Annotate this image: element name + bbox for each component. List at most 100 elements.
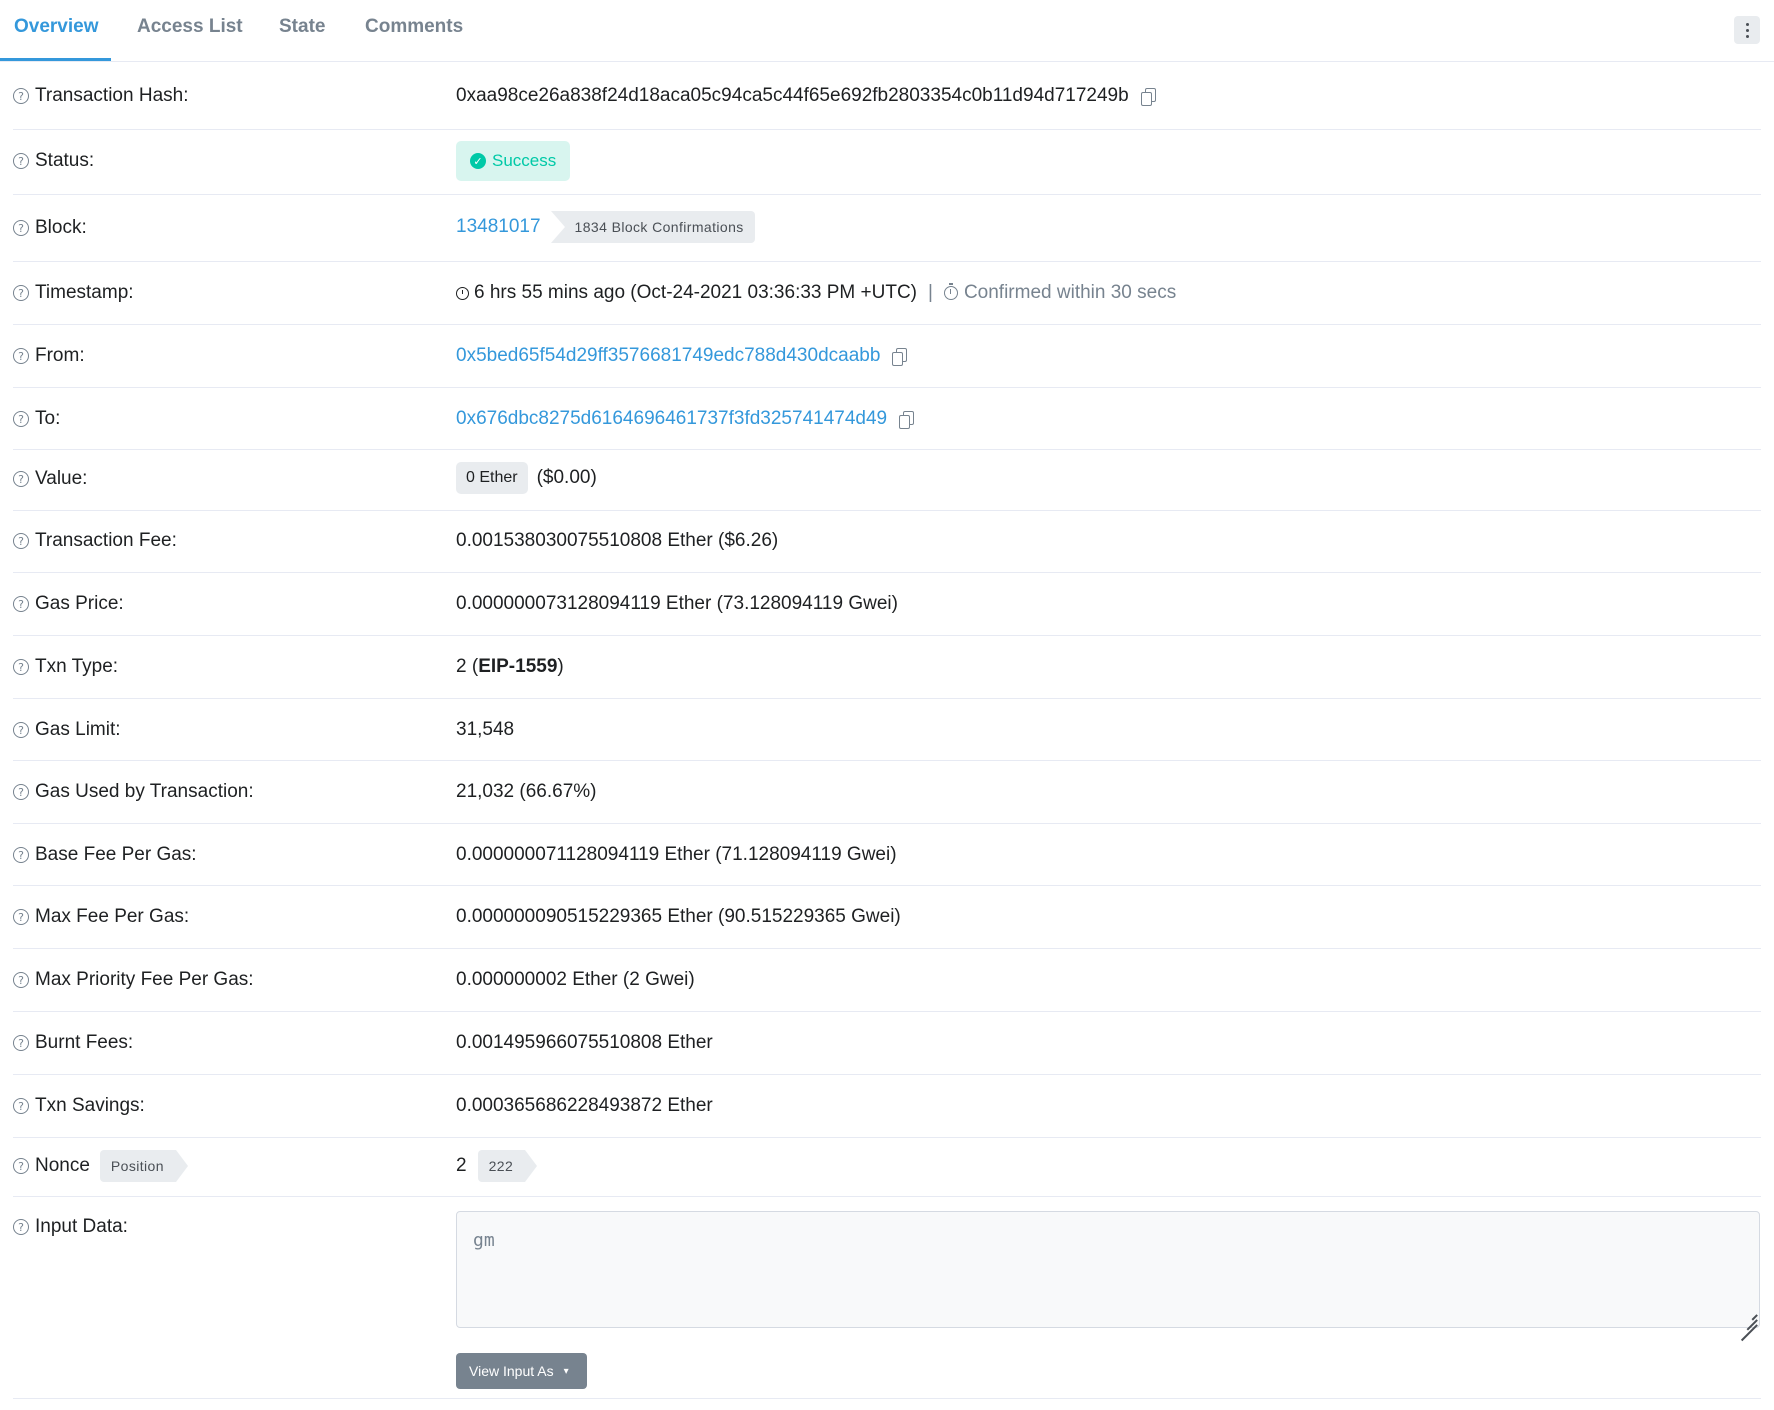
row-label: Gas Limit:: [35, 719, 121, 740]
tab-access-list[interactable]: Access List: [137, 16, 243, 38]
row-burnt-fees: ? Burnt Fees: 0.001495966075510808 Ether: [13, 1012, 1761, 1075]
max-fee-value: 0.000000090515229365 Ether (90.515229365…: [456, 906, 901, 927]
help-icon[interactable]: ?: [13, 348, 29, 364]
help-icon[interactable]: ?: [13, 153, 29, 169]
row-label: Value:: [35, 468, 88, 489]
row-nonce: ? Nonce Position 2 222: [13, 1138, 1761, 1197]
help-icon[interactable]: ?: [13, 1158, 29, 1174]
tab-comments[interactable]: Comments: [365, 16, 463, 38]
nonce-value: 2: [456, 1155, 467, 1176]
row-label: Transaction Fee:: [35, 530, 177, 551]
transaction-fee-value: 0.001538030075510808 Ether ($6.26): [456, 530, 779, 551]
burnt-fees-value: 0.001495966075510808 Ether: [456, 1032, 713, 1053]
help-icon[interactable]: ?: [13, 220, 29, 236]
row-label: Nonce: [35, 1155, 90, 1176]
row-gas-price: ? Gas Price: 0.000000073128094119 Ether …: [13, 573, 1761, 636]
input-data-value: gm: [473, 1230, 495, 1251]
status-badge: ✓ Success: [456, 141, 571, 181]
position-tag: Position: [99, 1150, 188, 1182]
ether-value-badge: 0 Ether: [456, 462, 528, 494]
row-max-priority-fee: ? Max Priority Fee Per Gas: 0.000000002 …: [13, 949, 1761, 1012]
from-address-link[interactable]: 0x5bed65f54d29ff3576681749edc788d430dcaa…: [456, 345, 880, 367]
row-to: ? To: 0x676dbc8275d6164696461737f3fd3257…: [13, 388, 1761, 450]
txn-type-prefix: 2 (: [456, 656, 479, 677]
row-label: Txn Type:: [35, 656, 119, 677]
row-input-data: ? Input Data: gm View Input As ▾: [13, 1197, 1761, 1399]
help-icon[interactable]: ?: [13, 1035, 29, 1051]
help-icon[interactable]: ?: [13, 909, 29, 925]
usd-value: ($0.00): [536, 467, 597, 488]
row-label: Max Fee Per Gas:: [35, 906, 190, 927]
help-icon[interactable]: ?: [13, 1219, 29, 1235]
copy-icon[interactable]: [892, 347, 908, 366]
status-text: Success: [492, 151, 557, 170]
vertical-dots-icon: [1745, 21, 1749, 39]
row-label: Base Fee Per Gas:: [35, 844, 197, 865]
row-label: To:: [35, 408, 61, 429]
row-gas-used: ? Gas Used by Transaction: 21,032 (66.67…: [13, 761, 1761, 824]
gas-limit-value: 31,548: [456, 719, 515, 740]
txn-type-suffix: ): [557, 656, 564, 677]
gas-price-value: 0.000000073128094119 Ether (73.128094119…: [456, 593, 898, 614]
view-input-as-label: View Input As: [469, 1363, 554, 1379]
row-transaction-hash: ? Transaction Hash: 0xaa98ce26a838f24d18…: [13, 61, 1761, 130]
help-icon[interactable]: ?: [13, 847, 29, 863]
block-number-link[interactable]: 13481017: [456, 216, 541, 238]
help-icon[interactable]: ?: [13, 659, 29, 675]
position-value-tag: 222: [477, 1150, 537, 1182]
transaction-details-page: Overview Access List State Comments ? Tr…: [0, 0, 1774, 1410]
tab-state[interactable]: State: [279, 16, 325, 38]
row-label: Gas Used by Transaction:: [35, 781, 254, 802]
txn-type-name: EIP-1559: [478, 656, 558, 677]
row-label: Status:: [35, 150, 95, 171]
help-icon[interactable]: ?: [13, 471, 29, 487]
help-icon[interactable]: ?: [13, 88, 29, 104]
help-icon[interactable]: ?: [13, 722, 29, 738]
confirmed-within-text: Confirmed within 30 secs: [963, 282, 1177, 303]
max-priority-fee-value: 0.000000002 Ether (2 Gwei): [456, 969, 695, 990]
row-from: ? From: 0x5bed65f54d29ff3576681749edc788…: [13, 325, 1761, 388]
separator: |: [928, 282, 933, 303]
row-status: ? Status: ✓ Success: [13, 130, 1761, 195]
copy-icon[interactable]: [899, 410, 915, 429]
block-confirmations-badge: 1834 Block Confirmations: [550, 211, 755, 243]
row-txn-savings: ? Txn Savings: 0.000365686228493872 Ethe…: [13, 1075, 1761, 1138]
help-icon[interactable]: ?: [13, 285, 29, 301]
row-max-fee: ? Max Fee Per Gas: 0.000000090515229365 …: [13, 886, 1761, 949]
help-icon[interactable]: ?: [13, 784, 29, 800]
resize-grip-icon[interactable]: [1739, 1307, 1758, 1341]
stopwatch-icon: [943, 283, 958, 300]
help-icon[interactable]: ?: [13, 972, 29, 988]
clock-icon: [456, 286, 469, 300]
transaction-hash-value: 0xaa98ce26a838f24d18aca05c94ca5c44f65e69…: [456, 85, 1129, 106]
view-input-as-button[interactable]: View Input As ▾: [456, 1353, 587, 1389]
copy-icon[interactable]: [1140, 87, 1156, 106]
row-base-fee: ? Base Fee Per Gas: 0.000000071128094119…: [13, 824, 1761, 886]
row-timestamp: ? Timestamp: 6 hrs 55 mins ago (Oct-24-2…: [13, 262, 1761, 325]
gas-used-value: 21,032 (66.67%): [456, 781, 597, 802]
help-icon[interactable]: ?: [13, 533, 29, 549]
help-icon[interactable]: ?: [13, 596, 29, 612]
row-label: Txn Savings:: [35, 1095, 145, 1116]
row-label: Max Priority Fee Per Gas:: [35, 969, 254, 990]
to-address-link[interactable]: 0x676dbc8275d6164696461737f3fd325741474d…: [456, 408, 887, 430]
more-options-button[interactable]: [1734, 16, 1760, 44]
input-data-textarea[interactable]: gm: [456, 1211, 1760, 1341]
row-value: ? Value: 0 Ether ($0.00): [13, 450, 1761, 511]
row-gas-limit: ? Gas Limit: 31,548: [13, 699, 1761, 761]
row-label: Transaction Hash:: [35, 85, 189, 106]
base-fee-value: 0.000000071128094119 Ether (71.128094119…: [456, 844, 897, 865]
help-icon[interactable]: ?: [13, 411, 29, 427]
row-transaction-fee: ? Transaction Fee: 0.001538030075510808 …: [13, 511, 1761, 573]
tab-overview[interactable]: Overview: [14, 16, 99, 38]
check-circle-icon: ✓: [470, 153, 486, 169]
help-icon[interactable]: ?: [13, 1098, 29, 1114]
tab-bar: Overview Access List State Comments: [0, 0, 1774, 62]
timestamp-value: 6 hrs 55 mins ago (Oct-24-2021 03:36:33 …: [474, 282, 918, 303]
chevron-down-icon: ▾: [563, 1365, 569, 1377]
row-label: Burnt Fees:: [35, 1032, 134, 1053]
row-label: Block:: [35, 217, 87, 238]
row-label: Input Data:: [35, 1216, 128, 1237]
row-txn-type: ? Txn Type: 2 (EIP-1559): [13, 636, 1761, 699]
row-label: Timestamp:: [35, 282, 134, 303]
